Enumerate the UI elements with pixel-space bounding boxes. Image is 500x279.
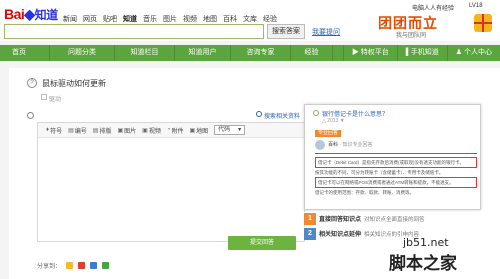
menu-jingyan[interactable]: 经验 (291, 45, 333, 61)
tip-item-1: 1 直接回答知识点 对知识点全面直接的回答 (304, 212, 482, 225)
layout-icon: ▤ (92, 127, 99, 134)
promo-subtitle: 我与团队同 (396, 33, 427, 39)
video-icon: ▣ (142, 127, 148, 134)
gift-icon (474, 14, 492, 32)
user-level[interactable]: LV18 (469, 3, 483, 9)
card-title[interactable]: 银行借记卡是什么意思？ (322, 109, 388, 118)
nav-web[interactable]: 网页 (83, 14, 97, 24)
answer-preview-card: 银行借记卡是什么意思？ △ 2013 ▼ 专业回答 百科 · 知识专业回答 借记… (304, 104, 481, 210)
toolbar-video[interactable]: ▣ 视频 (142, 126, 161, 135)
menu-columns[interactable]: 知道栏目 (115, 45, 175, 61)
answer-editor: ♦ 符号 ▤ 编号 ▤ 排版 ▣ 图片 ▣ 视频 ◔ 附件 ▣ 地图 代码 ▾ (37, 122, 305, 242)
avatar (315, 140, 325, 150)
answer-line: 借记卡的使用范围：存款、取款、转账、消费等。 (315, 190, 414, 195)
menu-privilege[interactable]: ▶ 特权平台 (342, 45, 397, 61)
symbol-icon: ♦ (46, 127, 50, 133)
qzone-share-icon[interactable] (66, 262, 74, 269)
nav-wenku[interactable]: 文库 (243, 14, 257, 24)
baidu-zhidao-logo[interactable]: Bai◆知道 (4, 6, 58, 23)
toolbar-layout[interactable]: ▤ 排版 (93, 126, 112, 135)
answer-textarea[interactable] (38, 138, 304, 241)
weibo-share-icon[interactable] (78, 262, 86, 269)
nav-video[interactable]: 视频 (183, 14, 197, 24)
toolbar-numbering[interactable]: ▤ 编号 (68, 126, 87, 135)
tip-title: 直接回答知识点 (319, 217, 362, 223)
main-menu-bar: 首页 问题分类 知道栏目 知道用户 咨询专家 经验 ▶ 特权平台 ▌手机知道 ♟… (0, 45, 500, 61)
card-meta: △ 2013 ▼ (322, 118, 345, 124)
tip-item-2: 2 相关知识点延伸 相关知识点的引申内容 (304, 227, 482, 240)
username-link[interactable]: 电脑人人有经验 (412, 3, 454, 12)
share-label: 分享到： (37, 264, 62, 270)
header: Bai◆知道 新闻 网页 贴吧 知道 音乐 图片 视频 地图 百科 文库 经验 … (0, 0, 500, 41)
pro-answer-badge: 专业回答 (315, 130, 342, 137)
tip-desc: 对知识点全面直接的回答 (364, 216, 425, 223)
tag-icon (41, 94, 47, 100)
watermark-url: jb51.net (403, 236, 449, 249)
divider (315, 153, 477, 154)
editor-toolbar: ♦ 符号 ▤ 编号 ▤ 排版 ▣ 图片 ▣ 视频 ◔ 附件 ▣ 地图 代码 ▾ (38, 123, 304, 138)
menu-right-group: ▶ 特权平台 ▌手机知道 ♟ 个人中心 (342, 45, 500, 61)
toolbar-map[interactable]: ▣ 地图 (189, 126, 208, 135)
question-title: 鼠标驱动如何更新 (42, 79, 106, 88)
tieba-share-icon[interactable] (90, 262, 98, 269)
answer-icon (27, 112, 34, 119)
submit-answer-button[interactable]: 提交回答 (228, 236, 296, 250)
menu-experts[interactable]: 咨询专家 (231, 45, 291, 61)
ask-question-link[interactable]: 我要提问 (312, 27, 340, 37)
nav-images[interactable]: 图片 (163, 14, 177, 24)
paw-icon: ◆ (24, 6, 35, 22)
list-icon: ▤ (68, 127, 74, 134)
answer-line: 借记卡（Debit Card）是指先存款后消费(或取现)没有透支功能的银行卡。 (315, 157, 477, 168)
tip-title: 相关知识点延伸 (319, 232, 362, 238)
watermark-text: 脚本之家 (389, 254, 457, 273)
nav-baike[interactable]: 百科 (223, 14, 237, 24)
tip-number: 2 (304, 227, 316, 240)
map-icon: ▣ (189, 127, 196, 134)
question-tag[interactable]: 驱动 (49, 94, 61, 103)
tip-number: 1 (304, 212, 316, 225)
card-user: 百科 · 知识专业回答 (328, 142, 373, 148)
promo-banner[interactable]: 团团而立 我与团队同 (378, 13, 494, 41)
search-input[interactable] (4, 24, 264, 39)
menu-personal-center[interactable]: ♟ 个人中心 (446, 45, 500, 61)
watermark: jb51.net 脚本之家 (389, 236, 457, 273)
chevron-down-icon: ▾ (238, 127, 242, 133)
search-icon (256, 111, 262, 117)
answer-line: 按其功能的不同，可分为转账卡（含储蓄卡）、专用卡及储值卡。 (315, 170, 444, 175)
renren-share-icon[interactable] (102, 262, 110, 269)
related-materials-link[interactable]: 搜索相关资料 (264, 111, 300, 120)
image-icon: ▣ (117, 127, 124, 134)
nav-zhidao[interactable]: 知道 (123, 14, 137, 24)
answer-line: 借记卡可以在网络或POS消费或者通过ATM转账和提款，不能透支。 (315, 177, 477, 188)
card-answer-text: 借记卡（Debit Card）是指先存款后消费(或取现)没有透支功能的银行卡。 … (315, 157, 477, 197)
nav-map[interactable]: 地图 (203, 14, 217, 24)
menu-mobile[interactable]: ▌手机知道 (396, 45, 447, 61)
share-bar: 分享到： (37, 261, 110, 270)
code-select[interactable]: 代码 ▾ (214, 125, 246, 135)
nav-news[interactable]: 新闻 (63, 14, 77, 24)
nav-jingyan[interactable]: 经验 (263, 14, 277, 24)
top-nav: 新闻 网页 贴吧 知道 音乐 图片 视频 地图 百科 文库 经验 (63, 14, 277, 24)
toolbar-attachment[interactable]: ◔ 附件 (167, 126, 184, 135)
question-icon (313, 110, 319, 116)
question-icon: ? (27, 78, 37, 88)
menu-categories[interactable]: 问题分类 (50, 45, 115, 61)
toolbar-image[interactable]: ▣ 图片 (117, 126, 136, 135)
toolbar-symbol[interactable]: ♦ 符号 (46, 126, 62, 135)
nav-tieba[interactable]: 贴吧 (103, 14, 117, 24)
menu-users[interactable]: 知道用户 (175, 45, 231, 61)
nav-music[interactable]: 音乐 (143, 14, 157, 24)
attachment-icon: ◔ (166, 127, 171, 133)
menu-home[interactable]: 首页 (0, 45, 50, 61)
search-answer-button[interactable]: 搜索答案 (267, 24, 305, 39)
